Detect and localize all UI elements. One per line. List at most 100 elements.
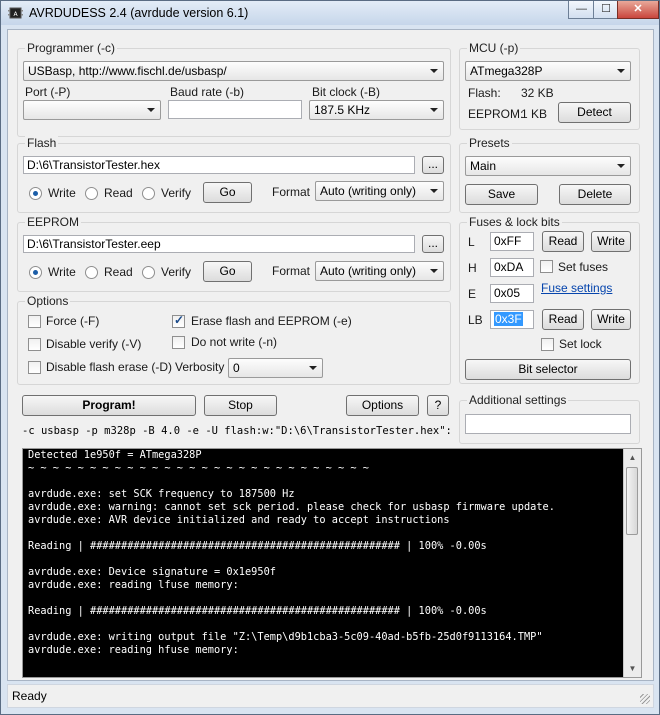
- preset-delete-button[interactable]: Delete: [559, 184, 631, 205]
- verbosity-value: 0: [233, 361, 240, 375]
- flash-read-label: Read: [104, 186, 133, 200]
- disable-flash-erase-label: Disable flash erase (-D): [46, 360, 173, 374]
- fuse-settings-link[interactable]: Fuse settings: [541, 281, 612, 295]
- console-output[interactable]: Detected 1e950f = ATmega328P ~ ~ ~ ~ ~ ~ …: [22, 448, 642, 678]
- presets-select-value: Main: [470, 159, 497, 173]
- console-line: ~ ~ ~ ~ ~ ~ ~ ~ ~ ~ ~ ~ ~ ~ ~ ~ ~ ~ ~ ~ …: [28, 462, 369, 474]
- set-fuses-checkbox[interactable]: [540, 260, 553, 273]
- flash-format-label: Format: [272, 185, 311, 199]
- flash-verify-label: Verify: [161, 186, 192, 200]
- programmer-select[interactable]: USBasp, http://www.fischl.de/usbasp/: [23, 61, 444, 81]
- eeprom-write-label: Write: [48, 265, 76, 279]
- baud-rate-label: Baud rate (-b): [170, 85, 245, 99]
- port-select[interactable]: [23, 100, 161, 120]
- do-not-write-checkbox[interactable]: [172, 336, 185, 349]
- console-lines: Detected 1e950f = ATmega328P ~ ~ ~ ~ ~ ~ …: [23, 449, 641, 657]
- eeprom-file-input[interactable]: D:\6\TransistorTester.eep: [23, 235, 415, 253]
- programmer-group-title: Programmer (-c): [25, 41, 118, 55]
- eeprom-write-radio[interactable]: [29, 266, 42, 279]
- chevron-down-icon: [309, 366, 317, 370]
- fuse-lb-label: LB: [468, 313, 483, 327]
- console-scrollbar[interactable]: ▲ ▼: [623, 449, 641, 677]
- presets-select[interactable]: Main: [465, 156, 631, 176]
- avrdudess-chip-icon: A: [8, 7, 23, 19]
- close-button[interactable]: ✕: [617, 1, 659, 19]
- flash-group-title: Flash: [25, 136, 59, 150]
- flash-file-input[interactable]: D:\6\TransistorTester.hex: [23, 156, 415, 174]
- additional-settings-input[interactable]: [465, 414, 631, 434]
- scroll-up-arrow-icon[interactable]: ▲: [624, 449, 641, 466]
- fuse-h-input[interactable]: 0xDA: [490, 258, 534, 277]
- preset-save-button[interactable]: Save: [465, 184, 538, 205]
- fuse-l-label: L: [468, 235, 475, 249]
- resize-grip-icon[interactable]: [640, 694, 650, 704]
- flash-verify-radio[interactable]: [142, 187, 155, 200]
- force-label: Force (-F): [46, 314, 100, 328]
- flash-format-select[interactable]: Auto (writing only): [315, 181, 444, 201]
- fuses-group-title: Fuses & lock bits: [467, 215, 562, 229]
- fuse-e-input[interactable]: 0x05: [490, 284, 534, 303]
- fuse-l-write-button[interactable]: Write: [591, 231, 631, 252]
- title-bar[interactable]: A AVRDUDESS 2.4 (avrdude version 6.1) — …: [1, 1, 659, 25]
- main-panel: Programmer (-c) USBasp, http://www.fisch…: [7, 29, 654, 681]
- eeprom-format-select[interactable]: Auto (writing only): [315, 261, 444, 281]
- eeprom-read-label: Read: [104, 265, 133, 279]
- bit-clock-select[interactable]: 187.5 KHz: [309, 100, 444, 120]
- baud-rate-input[interactable]: [168, 100, 302, 119]
- fuse-lb-read-button[interactable]: Read: [542, 309, 584, 330]
- bit-clock-value: 187.5 KHz: [314, 103, 371, 117]
- chevron-down-icon: [430, 69, 438, 73]
- bit-selector-button[interactable]: Bit selector: [465, 359, 631, 380]
- console-line: Reading | ##############################…: [28, 540, 487, 552]
- window-title: AVRDUDESS 2.4 (avrdude version 6.1): [29, 6, 249, 20]
- console-line: avrdude.exe: set SCK frequency to 187500…: [28, 488, 295, 500]
- chevron-down-icon: [430, 269, 438, 273]
- maximize-button[interactable]: ☐: [593, 1, 619, 19]
- eeprom-read-radio[interactable]: [85, 266, 98, 279]
- mcu-eeprom-label: EEPROM:: [468, 107, 524, 121]
- scroll-down-arrow-icon[interactable]: ▼: [624, 660, 641, 677]
- fuse-l-input[interactable]: 0xFF: [490, 232, 534, 251]
- stop-button[interactable]: Stop: [204, 395, 277, 416]
- set-lock-checkbox[interactable]: [541, 338, 554, 351]
- eeprom-verify-radio[interactable]: [142, 266, 155, 279]
- flash-go-button[interactable]: Go: [203, 182, 252, 203]
- fuse-lb-write-button[interactable]: Write: [591, 309, 631, 330]
- eeprom-group-title: EEPROM: [25, 215, 82, 229]
- disable-verify-label: Disable verify (-V): [46, 337, 142, 351]
- mcu-select[interactable]: ATmega328P: [465, 61, 631, 81]
- status-bar: Ready: [7, 684, 654, 708]
- options-button[interactable]: Options: [346, 395, 419, 416]
- flash-read-radio[interactable]: [85, 187, 98, 200]
- erase-label: Erase flash and EEPROM (-e): [191, 314, 352, 328]
- chevron-down-icon: [617, 164, 625, 168]
- disable-flash-erase-checkbox[interactable]: [28, 361, 41, 374]
- fuse-l-read-button[interactable]: Read: [542, 231, 584, 252]
- eeprom-go-button[interactable]: Go: [203, 261, 252, 282]
- erase-checkbox[interactable]: [172, 313, 185, 328]
- eeprom-format-value: Auto (writing only): [320, 264, 417, 278]
- force-checkbox[interactable]: [28, 315, 41, 328]
- status-text: Ready: [12, 689, 47, 703]
- chevron-down-icon: [430, 189, 438, 193]
- program-button[interactable]: Program!: [22, 395, 196, 416]
- verbosity-select[interactable]: 0: [228, 358, 323, 378]
- bit-clock-label: Bit clock (-B): [312, 85, 381, 99]
- flash-format-value: Auto (writing only): [320, 184, 417, 198]
- help-button[interactable]: ?: [427, 395, 449, 416]
- scrollbar-thumb[interactable]: [626, 467, 638, 535]
- chevron-down-icon: [617, 69, 625, 73]
- flash-browse-button[interactable]: ...: [422, 156, 444, 174]
- disable-verify-checkbox[interactable]: [28, 338, 41, 351]
- flash-write-radio[interactable]: [29, 187, 42, 200]
- minimize-button[interactable]: —: [568, 1, 595, 19]
- fuse-lb-input[interactable]: 0x3F: [490, 310, 534, 329]
- detect-button[interactable]: Detect: [558, 102, 631, 123]
- eeprom-browse-button[interactable]: ...: [422, 235, 444, 253]
- mcu-flash-value: 32 KB: [521, 86, 554, 100]
- presets-group-title: Presets: [467, 136, 512, 150]
